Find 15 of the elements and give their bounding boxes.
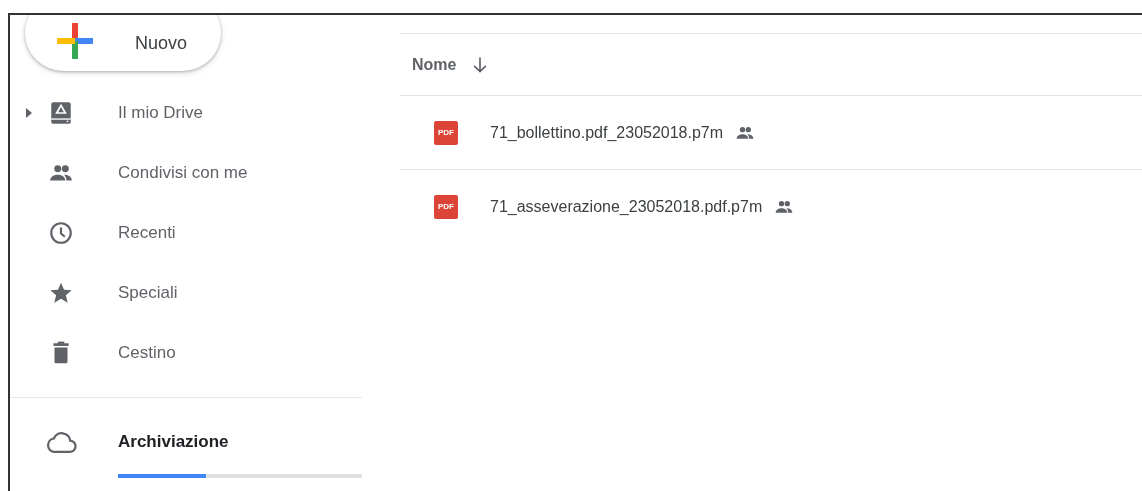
sidebar-item[interactable]: Il mio Drive bbox=[10, 83, 362, 143]
plus-icon bbox=[57, 23, 93, 59]
file-name[interactable]: 71_bollettino.pdf_23052018.p7m bbox=[490, 123, 724, 142]
sidebar-item[interactable]: Speciali bbox=[10, 263, 362, 323]
sidebar-item[interactable]: Condivisi con me bbox=[10, 143, 362, 203]
file-name[interactable]: 71_asseverazione_23052018.pdf.p7m bbox=[490, 197, 763, 216]
clock-icon bbox=[48, 220, 74, 246]
sidebar-item[interactable]: Cestino bbox=[10, 323, 362, 383]
drive-icon bbox=[48, 100, 74, 126]
pdf-file-icon: PDF bbox=[434, 194, 458, 219]
new-button[interactable]: Nuovo bbox=[25, 15, 221, 71]
pdf-file-icon: PDF bbox=[434, 120, 458, 145]
sidebar-item[interactable]: Recenti bbox=[10, 203, 362, 263]
storage-item[interactable]: Archiviazione bbox=[10, 412, 362, 472]
column-header[interactable]: Nome bbox=[412, 55, 457, 74]
